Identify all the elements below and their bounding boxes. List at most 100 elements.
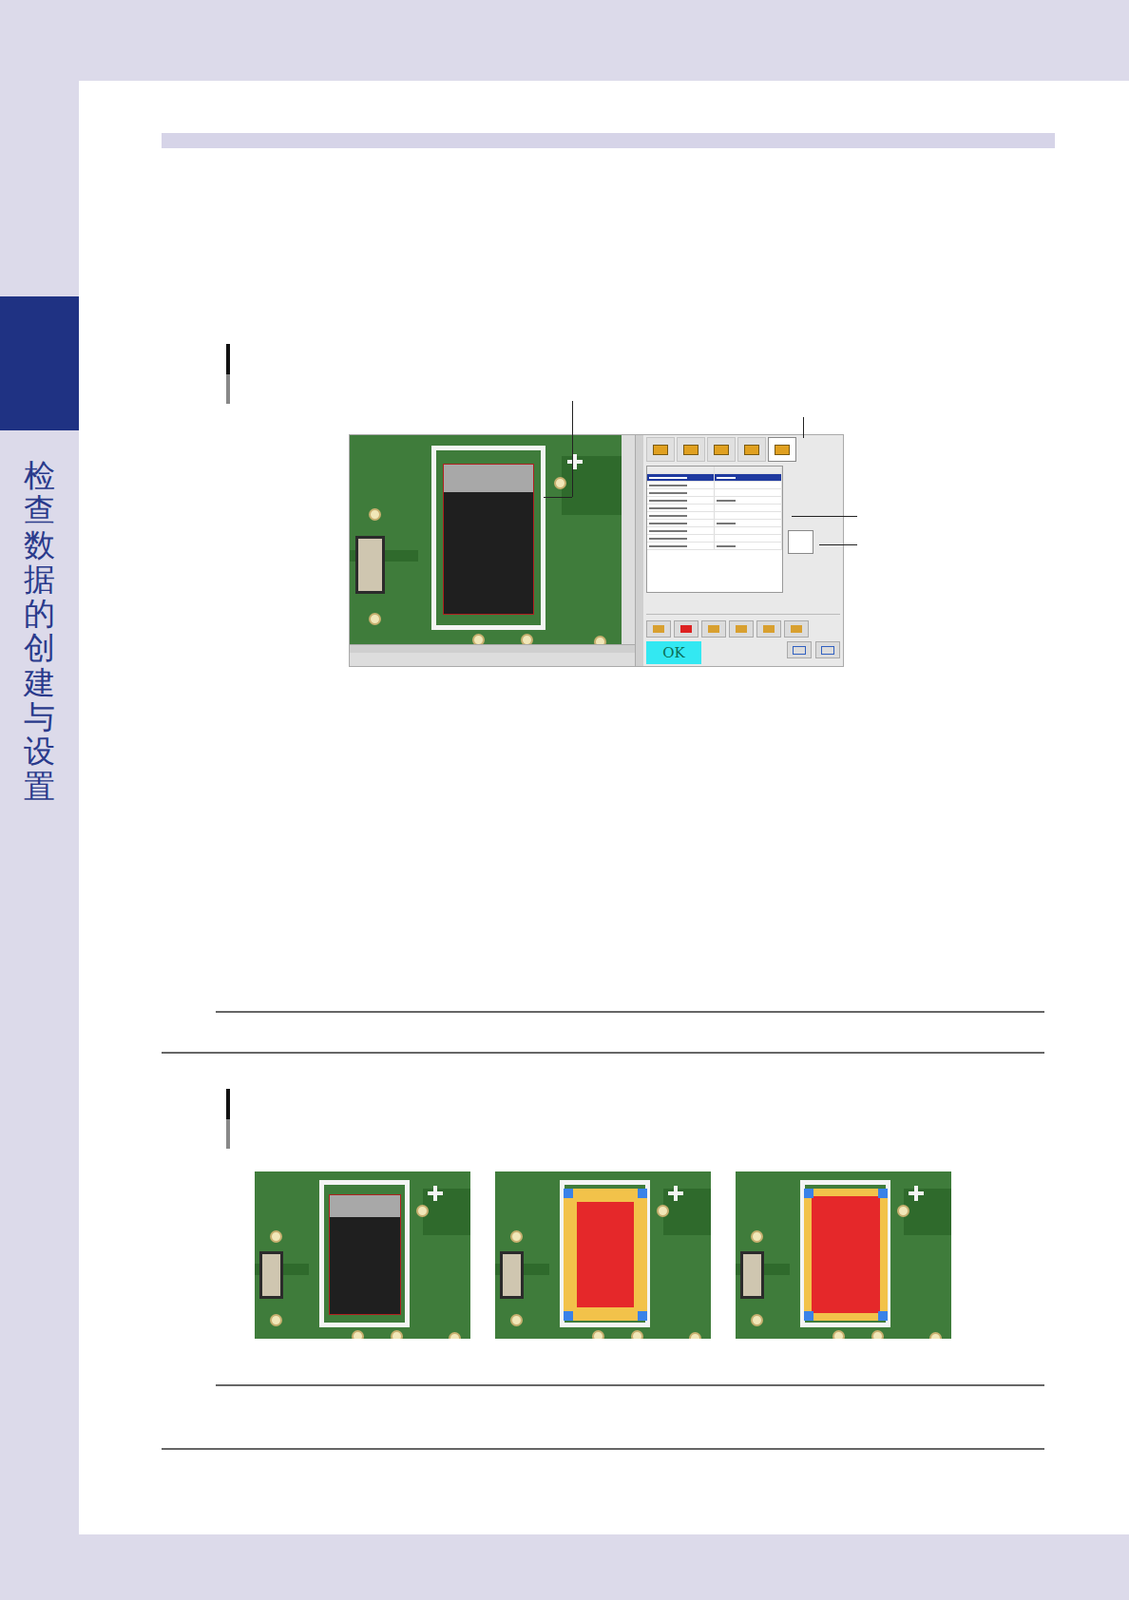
via xyxy=(472,633,485,645)
vertical-scrollbar[interactable] xyxy=(634,435,644,667)
overlay-corner xyxy=(878,1311,888,1321)
pcb-photo xyxy=(495,1171,711,1340)
panel-tabs xyxy=(646,437,841,464)
trace xyxy=(561,456,622,516)
inspection-fill xyxy=(811,1196,881,1314)
result-row: OK xyxy=(646,641,841,665)
tool-button[interactable] xyxy=(701,620,727,638)
overlay-corner xyxy=(878,1188,888,1199)
table-row[interactable] xyxy=(647,519,783,528)
marker-top xyxy=(226,1089,230,1120)
overlay-corner xyxy=(563,1188,574,1199)
via xyxy=(592,1330,605,1340)
table-cell xyxy=(647,481,715,489)
overlay-corner xyxy=(637,1311,648,1321)
header-bar xyxy=(161,133,1055,149)
panel-tab[interactable] xyxy=(707,437,736,462)
table-row[interactable] xyxy=(647,542,783,551)
table-cell xyxy=(714,512,783,519)
via xyxy=(368,508,382,521)
section-rule xyxy=(161,1052,1045,1054)
panel-body xyxy=(646,463,841,594)
via xyxy=(750,1314,764,1327)
table-row[interactable] xyxy=(647,497,783,505)
tool-button[interactable] xyxy=(673,620,699,638)
via xyxy=(368,612,382,626)
component-icon xyxy=(774,444,790,456)
detail-button[interactable] xyxy=(787,530,814,555)
table-row[interactable] xyxy=(647,474,783,482)
component-icon xyxy=(744,444,760,456)
action-button[interactable] xyxy=(815,641,841,659)
inspection-overlay xyxy=(563,1188,648,1321)
polarity-band xyxy=(443,464,534,492)
horizontal-scrollbar[interactable] xyxy=(349,644,635,653)
component-icon xyxy=(713,444,729,456)
table-row[interactable] xyxy=(647,489,783,498)
table-row[interactable] xyxy=(647,481,783,490)
action-icon xyxy=(821,646,835,655)
chapter-tab xyxy=(0,296,79,431)
table-row[interactable] xyxy=(647,527,783,536)
table-row[interactable] xyxy=(647,535,783,543)
small-component xyxy=(355,535,385,595)
table-cell xyxy=(647,497,715,504)
cell-line xyxy=(716,545,736,548)
panel-tab[interactable] xyxy=(676,437,706,462)
parameter-table xyxy=(646,465,784,594)
via xyxy=(390,1330,403,1340)
cell-line xyxy=(649,515,688,517)
small-component xyxy=(499,1251,524,1299)
pcb-photo xyxy=(349,435,622,645)
via xyxy=(750,1230,764,1244)
action-button[interactable] xyxy=(786,641,812,659)
tool-icon xyxy=(763,625,775,633)
table-cell xyxy=(647,504,715,512)
header-cell xyxy=(714,466,783,474)
chapter-sidebar: 检查数据的创建与设置 xyxy=(0,80,79,1535)
via xyxy=(631,1330,644,1340)
via xyxy=(510,1230,523,1244)
pcb-photo xyxy=(254,1171,471,1340)
small-component xyxy=(740,1251,765,1299)
table-cell xyxy=(714,519,783,527)
table-cell xyxy=(647,542,715,550)
tool-button[interactable] xyxy=(646,620,671,638)
table-row[interactable] xyxy=(647,512,783,520)
result-indicator: OK xyxy=(646,641,702,665)
cell-line xyxy=(649,507,688,510)
section-rule xyxy=(161,1448,1045,1451)
software-screenshot: OK xyxy=(348,434,844,668)
top-margin xyxy=(0,0,1129,81)
table-cell xyxy=(647,474,715,481)
plus-mark xyxy=(673,1186,678,1202)
via xyxy=(832,1330,845,1340)
plus-mark xyxy=(914,1186,919,1202)
via xyxy=(510,1314,523,1327)
marker-bottom xyxy=(226,1119,230,1150)
plus-mark xyxy=(433,1186,438,1202)
panel-tab[interactable] xyxy=(646,437,675,462)
via xyxy=(269,1230,283,1244)
tool-button[interactable] xyxy=(728,620,754,638)
tool-button[interactable] xyxy=(784,620,809,638)
screenshot-figure: OK xyxy=(348,434,881,668)
cell-line xyxy=(649,545,688,548)
table-cell xyxy=(714,481,783,489)
capacitor xyxy=(442,463,535,615)
table-cell xyxy=(647,527,715,535)
leader-line xyxy=(803,417,804,439)
panel-tab[interactable] xyxy=(737,437,766,462)
panel-tab[interactable] xyxy=(767,437,797,462)
section-marker xyxy=(226,344,230,404)
table-cell xyxy=(647,519,715,527)
tool-button[interactable] xyxy=(756,620,782,638)
tool-icon xyxy=(735,625,747,633)
cell-line xyxy=(649,492,688,495)
cell-line xyxy=(649,484,688,487)
table-row[interactable] xyxy=(647,504,783,513)
table-cell xyxy=(647,489,715,497)
table-cell xyxy=(647,512,715,519)
inspection-fill xyxy=(576,1202,634,1308)
via xyxy=(448,1332,461,1340)
